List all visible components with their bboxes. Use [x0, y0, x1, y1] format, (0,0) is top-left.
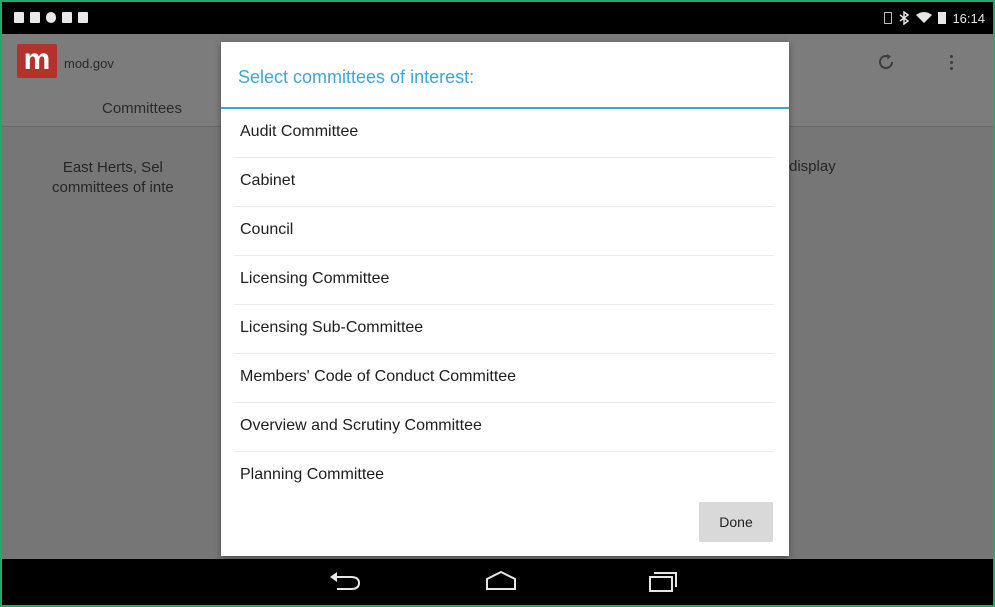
vibrate-icon: [884, 12, 893, 24]
tab-committees[interactable]: Committees: [102, 100, 182, 117]
committee-list: Audit Committee Cabinet Council Licensin…: [234, 109, 774, 501]
screenshot-notification-icon: [14, 12, 24, 23]
checkbox-notification-icon-2: [78, 12, 88, 23]
committee-item-planning[interactable]: Planning Committee: [234, 452, 774, 501]
committee-item-licensing-sub[interactable]: Licensing Sub-Committee: [234, 305, 774, 354]
sim-notification-icon: [30, 12, 40, 23]
navigation-bar: [2, 559, 993, 605]
committee-item-overview-scrutiny[interactable]: Overview and Scrutiny Committee: [234, 403, 774, 452]
dialog-title: Select committees of interest:: [238, 67, 475, 87]
checkbox-notification-icon: [62, 12, 72, 23]
home-icon[interactable]: [483, 569, 519, 593]
select-committees-dialog: Select committees of interest: Audit Com…: [221, 42, 789, 556]
cloud-notification-icon: [46, 12, 56, 23]
app-logo[interactable]: m: [17, 44, 57, 78]
intro-text: East Herts, Sel committees of inte: [52, 158, 174, 198]
refresh-icon[interactable]: [876, 52, 896, 72]
wifi-icon: [916, 12, 933, 23]
status-right: 16:14: [884, 10, 985, 26]
overflow-menu-icon[interactable]: [946, 52, 956, 74]
intro-text-right: display: [789, 158, 836, 175]
device-frame: 16:14 m mod.gov Committees East Herts, S…: [0, 0, 995, 607]
recent-apps-icon[interactable]: [642, 569, 678, 593]
intro-text-line-1: East Herts, Sel: [62, 159, 163, 176]
committee-item-council[interactable]: Council: [234, 207, 774, 256]
done-button[interactable]: Done: [699, 502, 773, 542]
back-icon[interactable]: [327, 569, 363, 593]
battery-icon: [938, 12, 947, 24]
app-title: mod.gov: [64, 56, 114, 71]
intro-text-line-2: committees of inte: [52, 179, 174, 196]
committee-item-licensing[interactable]: Licensing Committee: [234, 256, 774, 305]
status-bar: 16:14: [2, 2, 993, 34]
status-time: 16:14: [952, 10, 985, 26]
committee-item-cabinet[interactable]: Cabinet: [234, 158, 774, 207]
bluetooth-icon: [900, 11, 910, 25]
committee-item-code-of-conduct[interactable]: Members' Code of Conduct Committee: [234, 354, 774, 403]
committee-item-audit[interactable]: Audit Committee: [234, 109, 774, 158]
